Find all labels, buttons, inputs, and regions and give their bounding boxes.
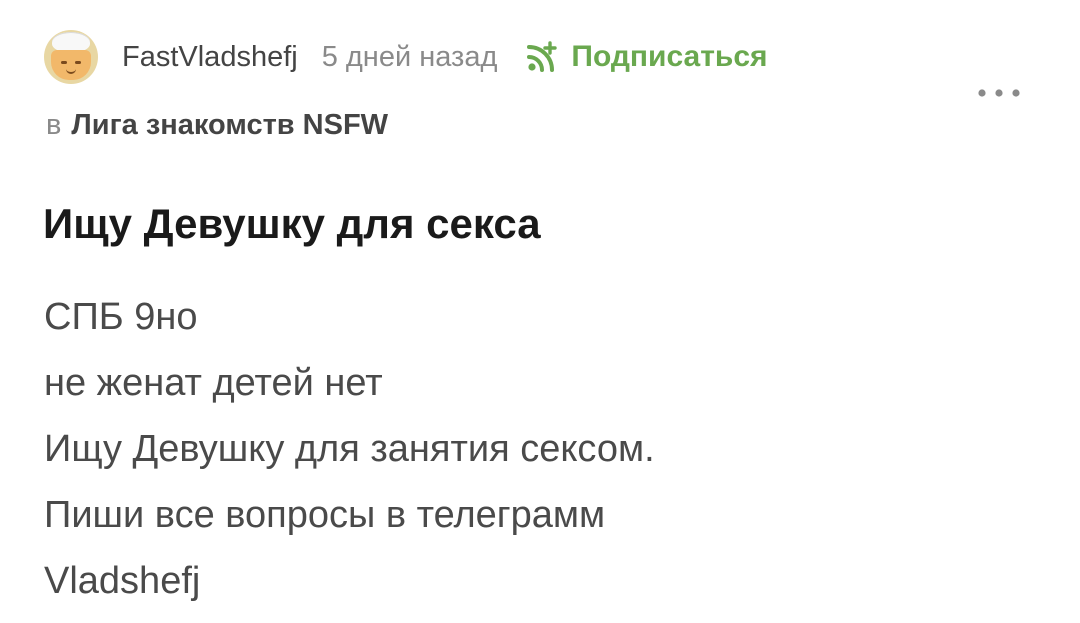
community-line: в Лига знакомств NSFW [46, 109, 388, 142]
community-prefix: в [46, 109, 62, 141]
post-title[interactable]: Ищу Девушку для секса [43, 200, 541, 248]
post-card: FastVladshefj 5 дней назад Подписаться в… [0, 0, 1080, 623]
avatar-eye-right [75, 61, 81, 64]
post-body: СПБ 9но не женат детей нет Ищу Девушку д… [44, 284, 655, 614]
post-body-line: Vladshefj [44, 560, 201, 602]
author-username[interactable]: FastVladshefj [122, 41, 298, 74]
more-dots-icon[interactable] [976, 82, 1022, 104]
post-body-line: не женат детей нет [44, 362, 383, 404]
rss-subscribe-icon [527, 41, 558, 72]
post-header: FastVladshefj 5 дней назад Подписаться [44, 30, 768, 84]
avatar-eye-left [61, 61, 67, 64]
subscribe-label: Подписаться [571, 40, 768, 73]
chef-hat-shape [52, 32, 90, 52]
post-body-line: СПБ 9но [44, 296, 198, 338]
post-body-line: Ищу Девушку для занятия сексом. [44, 428, 655, 470]
avatar-face-shape [51, 50, 91, 80]
post-timestamp: 5 дней назад [321, 40, 498, 73]
subscribe-button[interactable]: Подписаться [525, 40, 768, 74]
chef-avatar-icon[interactable] [44, 30, 98, 84]
post-body-line: Пиши все вопросы в телеграмм [44, 494, 606, 536]
community-link[interactable]: Лига знакомств NSFW [71, 109, 388, 141]
